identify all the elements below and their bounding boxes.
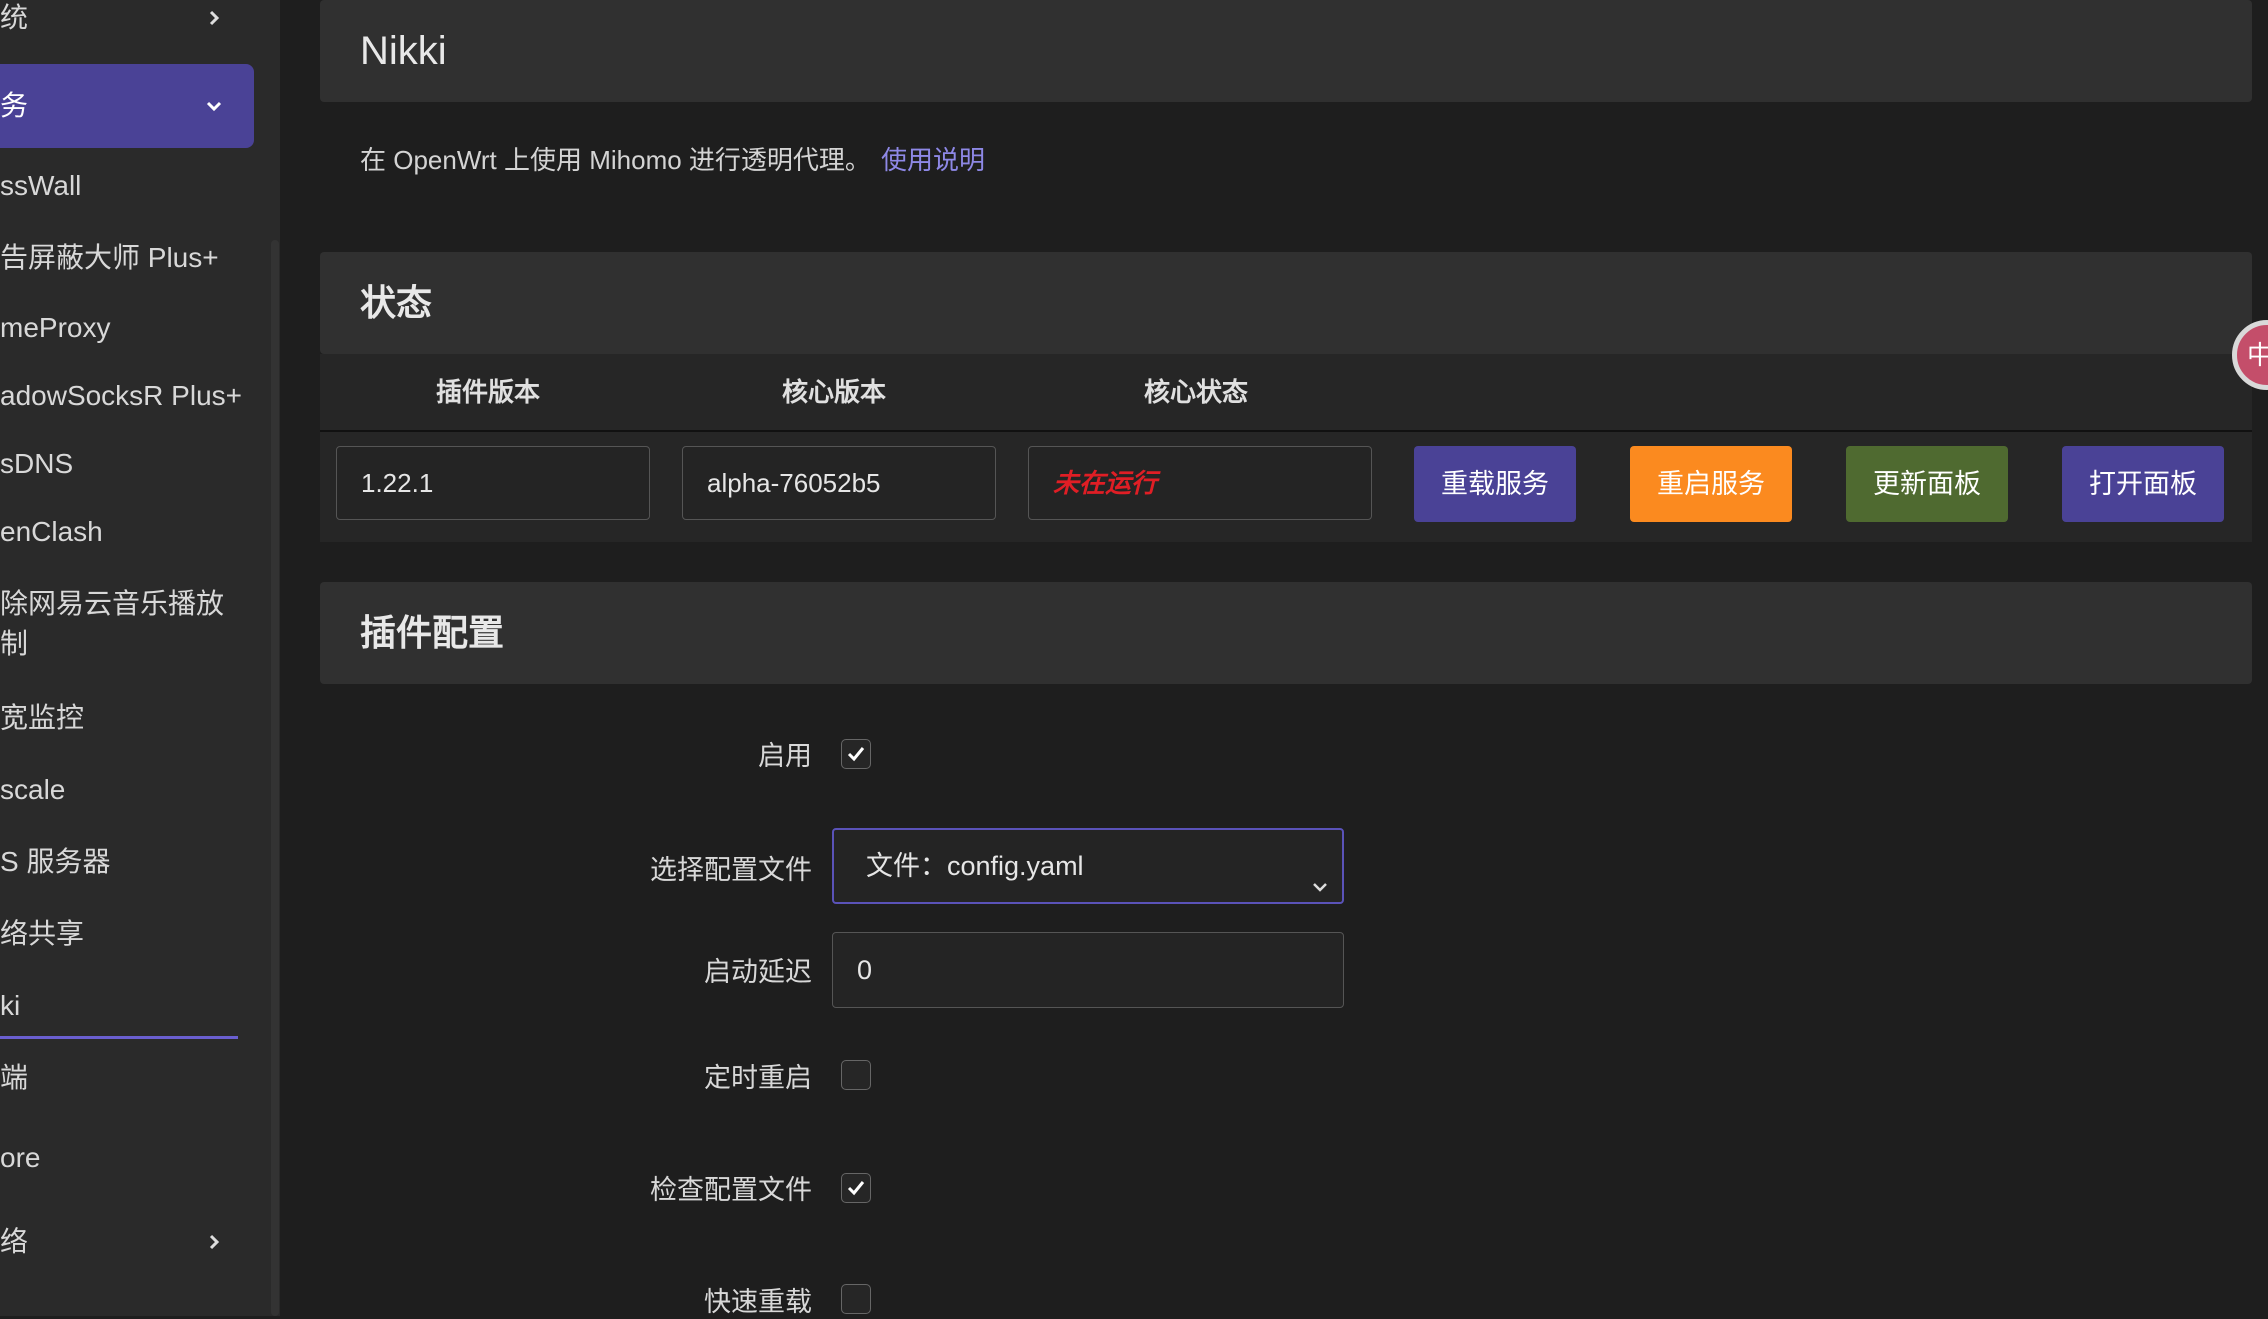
sidebar-item-label: sDNS <box>0 448 74 479</box>
config-section-header: 插件配置 <box>320 582 2252 684</box>
chevron-right-icon <box>196 0 232 36</box>
update-panel-button[interactable]: 更新面板 <box>1846 446 2008 522</box>
description-text: 在 OpenWrt 上使用 Mihomo 进行透明代理。 <box>360 145 871 175</box>
enable-checkbox[interactable] <box>841 739 871 769</box>
sidebar-item-label: ki <box>0 990 21 1021</box>
column-core-version: 核心版本 <box>782 377 887 407</box>
start-delay-input[interactable]: 0 <box>832 932 1344 1008</box>
sidebar-item-label: 务 <box>0 90 29 121</box>
sidebar-item-services[interactable]: 务 <box>0 64 254 148</box>
check-config-label: 检查配置文件 <box>650 1175 812 1205</box>
enable-label: 启用 <box>758 741 812 771</box>
sidebar-item-label: 端 <box>0 1062 29 1093</box>
page-title-bar: Nikki <box>320 0 2252 102</box>
sidebar-item-label: meProxy <box>0 312 111 343</box>
sidebar-item-label: 统 <box>0 2 29 33</box>
checkmark-icon <box>847 747 865 762</box>
start-delay-label: 启动延迟 <box>704 957 812 987</box>
core-status-field: 未在运行 <box>1028 446 1372 520</box>
page-description: 在 OpenWrt 上使用 Mihomo 进行透明代理。 使用说明 <box>360 142 985 178</box>
scheduled-restart-label: 定时重启 <box>704 1063 812 1093</box>
sidebar-item-label: adowSocksR Plus+ <box>0 380 243 411</box>
sidebar-item-label: scale <box>0 774 66 805</box>
sidebar-item-label: enClash <box>0 516 103 547</box>
page-title: Nikki <box>360 29 447 73</box>
core-version-field: alpha-76052b5 <box>682 446 996 520</box>
sidebar: 统 务 ssWall 告屏蔽大师 Plus+ meProxy adowSocks… <box>0 0 280 1316</box>
sidebar-item-label: 络 <box>0 1226 29 1257</box>
sidebar-item-label: 络共享 <box>0 918 85 949</box>
chevron-right-icon <box>196 1224 232 1260</box>
sidebar-scrollbar[interactable] <box>271 240 279 1316</box>
chevron-down-icon <box>196 88 232 124</box>
plugin-version-field: 1.22.1 <box>336 446 650 520</box>
sidebar-item-label: 告屏蔽大师 Plus+ <box>0 242 219 273</box>
status-row: 1.22.1 alpha-76052b5 未在运行 重载服务 重启服务 更新面板… <box>320 432 2252 542</box>
profile-select[interactable]: 文件：config.yaml <box>832 828 1344 904</box>
config-section-title: 插件配置 <box>360 612 505 653</box>
sidebar-item-label: S 服务器 <box>0 846 111 877</box>
sidebar-item-unblockmusic[interactable]: 除网易云音乐播放 制 <box>0 586 254 666</box>
sidebar-selected-indicator <box>0 1036 238 1039</box>
check-config-checkbox[interactable] <box>841 1173 871 1203</box>
reload-service-button[interactable]: 重载服务 <box>1414 446 1576 522</box>
scheduled-restart-checkbox[interactable] <box>841 1060 871 1090</box>
open-panel-button[interactable]: 打开面板 <box>2062 446 2224 522</box>
sidebar-item-label: 宽监控 <box>0 702 85 733</box>
sidebar-item-label: 除网易云音乐播放 <box>0 588 225 619</box>
chevron-down-icon <box>1308 854 1332 892</box>
checkmark-icon <box>847 1181 865 1196</box>
fast-reload-label: 快速重载 <box>704 1287 812 1317</box>
status-section-header: 状态 <box>320 252 2252 354</box>
profile-label: 选择配置文件 <box>650 855 812 885</box>
restart-service-button[interactable]: 重启服务 <box>1630 446 1792 522</box>
profile-select-value: 文件：config.yaml <box>866 851 1084 881</box>
doc-link[interactable]: 使用说明 <box>881 145 985 175</box>
fast-reload-checkbox[interactable] <box>841 1284 871 1314</box>
sidebar-item-label-line2: 制 <box>0 628 29 659</box>
status-section-title: 状态 <box>360 282 433 323</box>
sidebar-item-label: ore <box>0 1142 41 1173</box>
sidebar-item-label: ssWall <box>0 170 82 201</box>
status-table-header: 插件版本 核心版本 核心状态 <box>320 354 2252 432</box>
column-plugin-version: 插件版本 <box>436 377 541 407</box>
column-core-status: 核心状态 <box>1144 377 1249 407</box>
